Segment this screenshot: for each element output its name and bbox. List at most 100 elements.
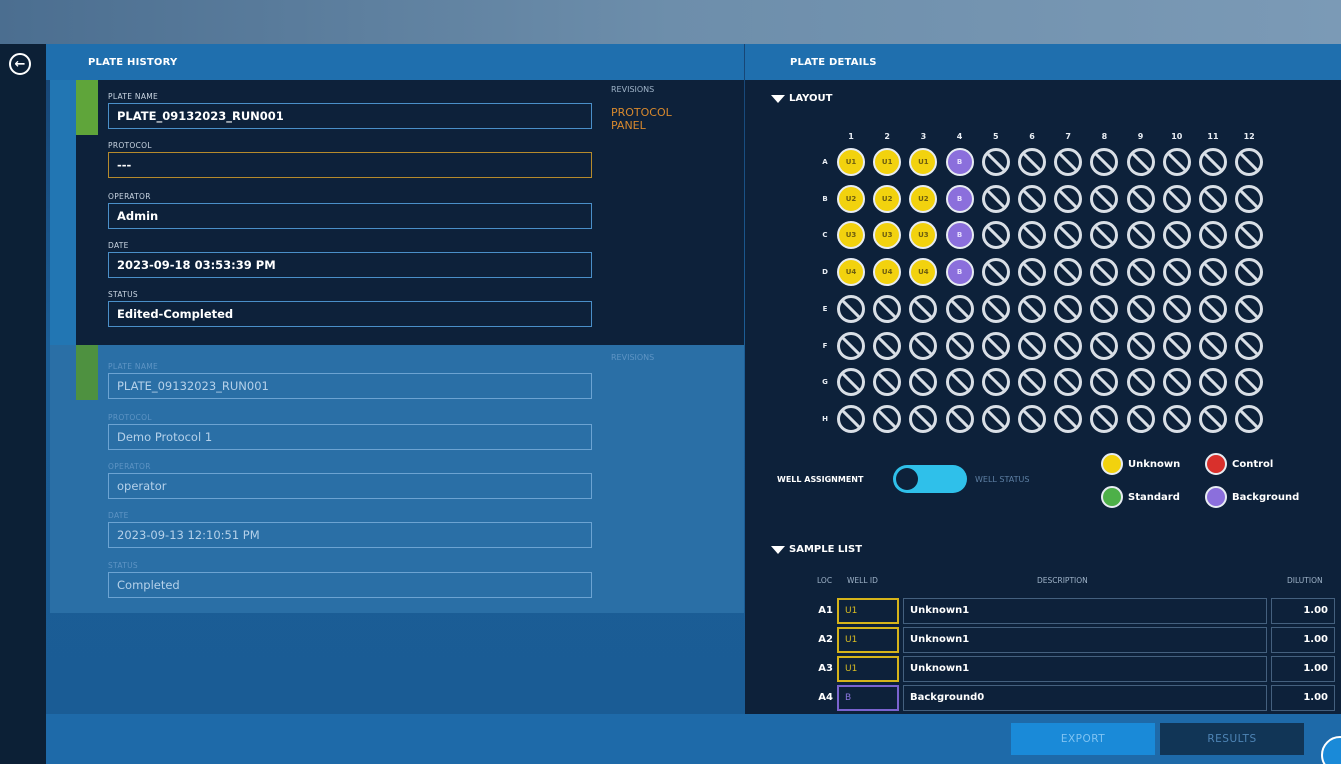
status-field[interactable]: Edited-Completed (108, 301, 592, 327)
well-empty-icon[interactable] (1199, 258, 1227, 287)
well-empty-icon[interactable] (909, 404, 938, 433)
well-unknown[interactable]: U4 (873, 258, 902, 287)
well-empty-icon[interactable] (1199, 404, 1227, 433)
dilution-cell[interactable]: 1.00 (1271, 627, 1335, 653)
well-empty-icon[interactable] (1054, 221, 1083, 250)
well-unknown[interactable]: U1 (909, 148, 938, 176)
well-empty-icon[interactable] (1235, 184, 1264, 213)
well-background[interactable]: B (945, 221, 974, 250)
description-cell[interactable]: Unknown1 (903, 598, 1267, 624)
well-empty-icon[interactable] (1126, 148, 1155, 176)
status-field[interactable]: Completed (108, 572, 592, 598)
well-empty-icon[interactable] (1199, 184, 1227, 213)
well-unknown[interactable]: U2 (873, 184, 902, 213)
description-cell[interactable]: Unknown1 (903, 656, 1267, 682)
well-empty-icon[interactable] (1126, 368, 1155, 397)
well-empty-icon[interactable] (1054, 404, 1083, 433)
well-background[interactable]: B (945, 258, 974, 287)
well-unknown[interactable]: U2 (837, 184, 865, 213)
well-empty-icon[interactable] (873, 404, 902, 433)
well-empty-icon[interactable] (1018, 221, 1046, 250)
well-empty-icon[interactable] (1199, 221, 1227, 250)
well-empty-icon[interactable] (1162, 404, 1191, 433)
history-card-selected[interactable]: PLATE NAME PLATE_09132023_RUN001 PROTOCO… (50, 80, 744, 345)
well-empty-icon[interactable] (1235, 404, 1264, 433)
well-empty-icon[interactable] (1126, 221, 1155, 250)
well-empty-icon[interactable] (1018, 258, 1046, 287)
well-background[interactable]: B (945, 184, 974, 213)
well-empty-icon[interactable] (981, 221, 1010, 250)
well-empty-icon[interactable] (837, 404, 865, 433)
well-empty-icon[interactable] (945, 331, 974, 360)
well-empty-icon[interactable] (1162, 148, 1191, 176)
well-empty-icon[interactable] (873, 331, 902, 360)
well-unknown[interactable]: U1 (837, 148, 865, 176)
well-empty-icon[interactable] (945, 294, 974, 323)
well-empty-icon[interactable] (1054, 258, 1083, 287)
plate-name-field[interactable]: PLATE_09132023_RUN001 (108, 373, 592, 399)
layout-section-toggle[interactable]: LAYOUT (771, 93, 832, 104)
well-empty-icon[interactable] (909, 294, 938, 323)
well-empty-icon[interactable] (1090, 368, 1119, 397)
well-empty-icon[interactable] (1162, 331, 1191, 360)
well-empty-icon[interactable] (1018, 148, 1046, 176)
well-unknown[interactable]: U2 (909, 184, 938, 213)
well-empty-icon[interactable] (1090, 258, 1119, 287)
well-empty-icon[interactable] (1235, 331, 1264, 360)
dilution-cell[interactable]: 1.00 (1271, 656, 1335, 682)
well-empty-icon[interactable] (1126, 184, 1155, 213)
well-empty-icon[interactable] (1054, 368, 1083, 397)
well-empty-icon[interactable] (981, 294, 1010, 323)
well-empty-icon[interactable] (981, 184, 1010, 213)
well-empty-icon[interactable] (1054, 184, 1083, 213)
well-empty-icon[interactable] (1090, 331, 1119, 360)
well-id-cell[interactable]: U1 (837, 627, 899, 653)
well-empty-icon[interactable] (1090, 148, 1119, 176)
description-cell[interactable]: Unknown1 (903, 627, 1267, 653)
well-empty-icon[interactable] (873, 368, 902, 397)
well-empty-icon[interactable] (981, 331, 1010, 360)
table-row[interactable]: A2 U1 Unknown1 1.00 (803, 627, 1341, 653)
view-toggle[interactable] (893, 465, 967, 493)
well-unknown[interactable]: U3 (873, 221, 902, 250)
table-row[interactable]: A1 U1 Unknown1 1.00 (803, 598, 1341, 624)
well-empty-icon[interactable] (1126, 331, 1155, 360)
well-empty-icon[interactable] (1018, 404, 1046, 433)
protocol-field[interactable]: --- (108, 152, 592, 178)
protocol-field[interactable]: Demo Protocol 1 (108, 424, 592, 450)
well-empty-icon[interactable] (1054, 331, 1083, 360)
well-empty-icon[interactable] (1018, 184, 1046, 213)
well-empty-icon[interactable] (945, 368, 974, 397)
well-empty-icon[interactable] (1199, 294, 1227, 323)
well-empty-icon[interactable] (1054, 294, 1083, 323)
results-button[interactable]: RESULTS (1160, 723, 1304, 755)
well-empty-icon[interactable] (1126, 294, 1155, 323)
well-empty-icon[interactable] (1018, 294, 1046, 323)
well-empty-icon[interactable] (981, 258, 1010, 287)
well-empty-icon[interactable] (1054, 148, 1083, 176)
plate-name-field[interactable]: PLATE_09132023_RUN001 (108, 103, 592, 129)
description-cell[interactable]: Background0 (903, 685, 1267, 711)
date-field[interactable]: 2023-09-13 12:10:51 PM (108, 522, 592, 548)
operator-field[interactable]: Admin (108, 203, 592, 229)
well-empty-icon[interactable] (1162, 221, 1191, 250)
well-empty-icon[interactable] (1018, 331, 1046, 360)
well-unknown[interactable]: U3 (837, 221, 865, 250)
dilution-cell[interactable]: 1.00 (1271, 598, 1335, 624)
well-empty-icon[interactable] (1126, 258, 1155, 287)
well-empty-icon[interactable] (1235, 294, 1264, 323)
operator-field[interactable]: operator (108, 473, 592, 499)
well-empty-icon[interactable] (1126, 404, 1155, 433)
well-empty-icon[interactable] (1018, 368, 1046, 397)
well-empty-icon[interactable] (1162, 184, 1191, 213)
well-id-cell[interactable]: U1 (837, 656, 899, 682)
well-empty-icon[interactable] (945, 404, 974, 433)
well-empty-icon[interactable] (1235, 258, 1264, 287)
well-empty-icon[interactable] (1090, 221, 1119, 250)
dilution-cell[interactable]: 1.00 (1271, 685, 1335, 711)
export-button[interactable]: EXPORT (1011, 723, 1155, 755)
date-field[interactable]: 2023-09-18 03:53:39 PM (108, 252, 592, 278)
sample-list-section-toggle[interactable]: SAMPLE LIST (771, 544, 862, 555)
well-empty-icon[interactable] (1090, 184, 1119, 213)
well-empty-icon[interactable] (1090, 294, 1119, 323)
